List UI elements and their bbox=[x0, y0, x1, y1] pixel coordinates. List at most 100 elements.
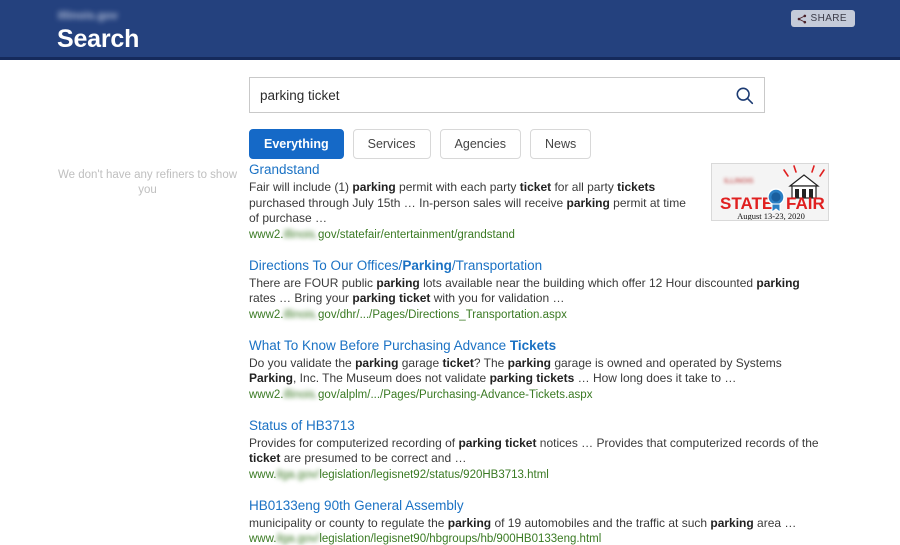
result-title[interactable]: Status of HB3713 bbox=[249, 417, 829, 434]
results-list: Grandstand Fair will include (1) parking … bbox=[249, 161, 829, 545]
text-run: , Inc. The Museum does not validate bbox=[293, 371, 490, 385]
result-item: What To Know Before Purchasing Advance T… bbox=[249, 337, 829, 403]
highlight-term: parking ticket bbox=[352, 291, 431, 305]
tab-label: Services bbox=[367, 137, 416, 151]
magnifier-icon[interactable] bbox=[734, 85, 756, 107]
url-path: legislation/legisnet92/status/920HB3713.… bbox=[319, 468, 549, 481]
text-run: Fair will include (1) bbox=[249, 180, 353, 194]
text-run: municipality or county to regulate the bbox=[249, 515, 448, 530]
tab-agencies[interactable]: Agencies bbox=[439, 129, 521, 159]
result-thumbnail[interactable]: ILLINOIS STATE FAIR August 13-23, 2020 bbox=[711, 163, 829, 221]
search-area bbox=[249, 77, 765, 113]
highlight-term: parking bbox=[507, 355, 551, 370]
text-run: with you for validation … bbox=[430, 291, 565, 305]
highlight-term: ticket bbox=[519, 180, 552, 194]
text-run: garage is owned and operated by Systems bbox=[550, 355, 782, 370]
url-prefix: www2. bbox=[249, 228, 284, 241]
highlight-term: Tickets bbox=[509, 337, 557, 353]
text-run: What To Know Before Purchasing Advance bbox=[249, 337, 510, 353]
result-url[interactable]: www2.illinois.gov/statefair/entertainmen… bbox=[249, 228, 697, 243]
url-redacted-domain: ilga.gov/ bbox=[276, 533, 320, 545]
highlight-term: parking tickets bbox=[489, 371, 575, 385]
highlight-term: parking ticket bbox=[458, 435, 537, 450]
text-run: HB0133eng 90th General Assembly bbox=[249, 497, 464, 513]
highlight-term: parking bbox=[756, 275, 800, 290]
result-title[interactable]: Grandstand bbox=[249, 161, 697, 178]
share-icon bbox=[797, 14, 806, 23]
search-input[interactable] bbox=[250, 78, 764, 112]
tab-label: News bbox=[544, 137, 577, 151]
text-run: garage bbox=[398, 355, 443, 370]
result-url[interactable]: www.ilga.gov/legislation/legisnet90/hbgr… bbox=[249, 532, 829, 545]
text-run: notices … Provides that computerized rec… bbox=[536, 435, 819, 450]
share-label: SHARE bbox=[810, 13, 847, 24]
text-run: Status of HB3713 bbox=[249, 417, 355, 433]
refiners-panel: We don't have any refiners to show you bbox=[50, 168, 245, 198]
text-run: permit with each party bbox=[395, 180, 520, 194]
tab-label: Everything bbox=[264, 137, 329, 151]
url-path: legislation/legisnet90/hbgroups/hb/900HB… bbox=[319, 533, 602, 545]
svg-text:ILLINOIS: ILLINOIS bbox=[724, 178, 754, 185]
url-redacted-domain: illinois. bbox=[283, 388, 319, 401]
result-snippet: Provides for computerized recording of p… bbox=[249, 436, 829, 467]
text-run: Directions To Our Offices/ bbox=[249, 257, 403, 273]
text-run: area … bbox=[753, 515, 797, 530]
text-run: Do you validate the bbox=[249, 355, 356, 370]
url-prefix: www. bbox=[249, 533, 277, 545]
page-title: Search bbox=[57, 25, 140, 53]
highlight-term: parking bbox=[447, 515, 492, 530]
state-fair-logo-icon: ILLINOISSTATE FAIRAugust 13-23, 2020 bbox=[712, 164, 828, 221]
highlight-term: parking bbox=[355, 355, 399, 370]
text-run: rates … Bring your bbox=[249, 291, 353, 305]
url-redacted-domain: illinois. bbox=[283, 308, 319, 321]
highlight-term: ticket bbox=[442, 355, 474, 370]
highlight-term: Parking bbox=[402, 257, 452, 273]
url-redacted-domain: ilga.gov/ bbox=[276, 468, 320, 481]
result-url[interactable]: www2.illinois.gov/dhr/.../Pages/Directio… bbox=[249, 308, 829, 323]
tab-services[interactable]: Services bbox=[352, 129, 431, 159]
result-snippet: Fair will include (1) parking permit wit… bbox=[249, 180, 697, 227]
tab-everything[interactable]: Everything bbox=[249, 129, 344, 159]
search-box[interactable] bbox=[249, 77, 765, 113]
url-path: gov/alplm/.../Pages/Purchasing-Advance-T… bbox=[318, 388, 593, 401]
result-item: Directions To Our Offices/Parking/Transp… bbox=[249, 257, 829, 323]
text-run: lots available near the building which o… bbox=[419, 275, 757, 290]
url-prefix: www. bbox=[249, 468, 277, 481]
url-prefix: www2. bbox=[249, 388, 284, 401]
text-run: /Transportation bbox=[451, 257, 543, 273]
text-run: purchased through July 15th … In-person … bbox=[249, 195, 567, 210]
share-button[interactable]: SHARE bbox=[790, 10, 855, 27]
highlight-term: parking bbox=[376, 275, 420, 290]
highlight-term: ticket bbox=[249, 451, 281, 465]
result-title[interactable]: HB0133eng 90th General Assembly bbox=[249, 497, 829, 514]
text-run: for all party bbox=[551, 180, 618, 194]
result-url[interactable]: www2.illinois.gov/alplm/.../Pages/Purcha… bbox=[249, 388, 829, 403]
result-item: Grandstand Fair will include (1) parking … bbox=[249, 161, 829, 243]
text-run: of 19 automobiles and the traffic at suc… bbox=[491, 515, 711, 530]
tab-news[interactable]: News bbox=[529, 129, 592, 159]
text-run: There are FOUR public bbox=[249, 275, 377, 290]
text-run: … How long does it take to … bbox=[574, 371, 737, 385]
highlight-term: parking bbox=[352, 180, 396, 194]
page-body: Everything Services Agencies News We don't … bbox=[0, 60, 900, 545]
highlight-term: Parking bbox=[249, 371, 294, 385]
site-brand: Illinois.gov bbox=[58, 10, 118, 22]
url-prefix: www2. bbox=[249, 308, 284, 321]
result-url[interactable]: www.ilga.gov/legislation/legisnet92/stat… bbox=[249, 468, 829, 483]
url-redacted-domain: illinois. bbox=[283, 228, 319, 241]
text-run: Provides for computerized recording of bbox=[249, 435, 459, 450]
result-snippet: There are FOUR public parking lots avail… bbox=[249, 276, 829, 307]
result-snippet: municipality or county to regulate the p… bbox=[249, 516, 829, 532]
result-item: Status of HB3713 Provides for computerize… bbox=[249, 417, 829, 483]
highlight-term: tickets bbox=[617, 180, 656, 194]
svg-text:August 13-23, 2020: August 13-23, 2020 bbox=[737, 211, 805, 221]
highlight-term: parking bbox=[566, 195, 610, 210]
tab-label: Agencies bbox=[454, 137, 506, 151]
url-path: gov/dhr/.../Pages/Directions_Transportat… bbox=[318, 308, 567, 321]
result-title[interactable]: Directions To Our Offices/Parking/Transp… bbox=[249, 257, 829, 274]
scope-tabs: Everything Services Agencies News bbox=[249, 129, 592, 159]
refiners-empty-message: We don't have any refiners to show you bbox=[57, 169, 238, 196]
result-title[interactable]: What To Know Before Purchasing Advance T… bbox=[249, 337, 829, 354]
text-run: Grandstand bbox=[249, 162, 320, 177]
site-header: Illinois.gov Search SHARE bbox=[0, 0, 900, 60]
